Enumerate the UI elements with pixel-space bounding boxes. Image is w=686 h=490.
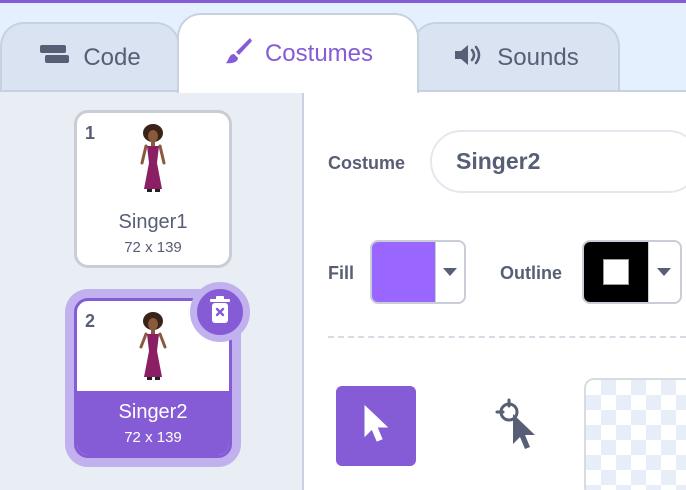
trash-icon: [208, 295, 232, 329]
singer-thumbnail: [139, 312, 167, 380]
tab-code[interactable]: Code: [0, 22, 180, 92]
delete-costume-button[interactable]: [190, 282, 250, 342]
paint-canvas[interactable]: [584, 378, 686, 490]
fill-color-swatch: [372, 242, 435, 302]
costume-card-1[interactable]: 1 Singer1 72 x 139: [74, 110, 232, 268]
chevron-down-icon: [648, 242, 678, 302]
select-tool-button[interactable]: [336, 386, 416, 466]
reshape-tool-button[interactable]: [478, 386, 558, 466]
reshape-icon: [495, 398, 541, 455]
outline-color-swatch: [584, 242, 648, 302]
arrow-cursor-icon: [361, 404, 391, 449]
tab-sounds[interactable]: Sounds: [412, 22, 620, 92]
tab-label: Code: [83, 44, 141, 71]
costume-name-input[interactable]: Singer2: [430, 130, 686, 193]
fill-label: Fill: [328, 263, 354, 283]
costume-name: Singer1: [118, 211, 188, 233]
top-accent-line: [0, 0, 686, 3]
section-divider: [328, 336, 686, 338]
costume-size: 72 x 139: [124, 429, 182, 446]
costume-number: 1: [85, 123, 96, 143]
tab-label: Costumes: [264, 40, 374, 67]
costume-name: Singer2: [118, 401, 188, 423]
tab-label: Sounds: [497, 44, 579, 71]
code-blocks-icon: [39, 44, 71, 73]
outline-label: Outline: [500, 263, 562, 283]
chevron-down-icon: [434, 242, 464, 302]
costume-label: Costume: [328, 153, 406, 173]
costume-size: 72 x 139: [124, 239, 182, 256]
tab-costumes[interactable]: Costumes: [177, 13, 419, 93]
costume-number: 2: [85, 311, 96, 331]
outline-color-picker[interactable]: [582, 240, 682, 304]
speaker-icon: [453, 43, 485, 74]
paintbrush-icon: [223, 36, 253, 73]
singer-thumbnail: [140, 124, 166, 192]
fill-color-picker[interactable]: [370, 240, 466, 304]
